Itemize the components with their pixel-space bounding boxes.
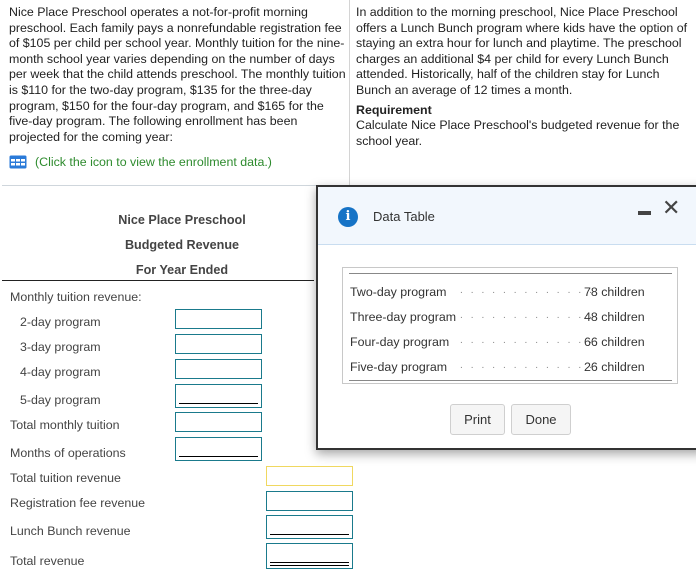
problem-left-paragraph: Nice Place Preschool operates a not-for-… <box>9 5 346 144</box>
row-label-total-tuition-revenue: Total tuition revenue <box>10 471 121 485</box>
input-registration-fee-revenue[interactable] <box>266 491 353 511</box>
enrollment-table: Two-day program . . . . . . . . . . . . … <box>342 267 678 384</box>
input-total-revenue[interactable] <box>266 543 353 569</box>
input-5-day-program[interactable] <box>175 384 262 408</box>
input-4-day-program[interactable] <box>175 359 262 379</box>
leader-dots: . . . . . . . . . . . . . <box>460 285 595 296</box>
table-bottom-rule <box>349 380 672 381</box>
report-period: For Year Ended <box>135 263 229 277</box>
row-label-5-day: 5-day program <box>20 393 101 407</box>
close-icon[interactable]: ✕ <box>662 198 680 220</box>
report-title: Budgeted Revenue <box>124 238 240 252</box>
row-label-total-monthly-tuition: Total monthly tuition <box>10 418 120 432</box>
double-underline-bottom <box>270 565 349 566</box>
done-button[interactable]: Done <box>511 404 571 435</box>
minimize-icon[interactable] <box>638 211 651 215</box>
row-label-2-day: 2-day program <box>20 315 101 329</box>
data-table-dialog: i Data Table ✕ Two-day program . . . . .… <box>316 185 696 450</box>
enrollment-value: 78 children <box>584 285 645 299</box>
problem-right-column: In addition to the morning preschool, Ni… <box>356 5 696 149</box>
row-label-monthly-tuition-revenue: Monthly tuition revenue: <box>10 290 142 304</box>
row-label-4-day: 4-day program <box>20 365 101 379</box>
print-button[interactable]: Print <box>450 404 505 435</box>
single-underline <box>179 456 258 457</box>
single-underline <box>270 534 349 535</box>
report-header-rule <box>2 280 314 281</box>
row-label-registration-fee-revenue: Registration fee revenue <box>10 496 146 510</box>
program-name: Five-day program <box>350 360 448 374</box>
leader-dots: . . . . . . . . . . . . . <box>460 360 595 371</box>
enrollment-data-link[interactable]: (Click the icon to view the enrollment d… <box>9 155 272 169</box>
leader-dots: . . . . . . . . . . . . . <box>460 310 595 321</box>
report-company: Nice Place Preschool <box>118 213 246 227</box>
row-label-months-of-operations: Months of operations <box>10 446 126 460</box>
column-divider <box>349 0 350 186</box>
dialog-header[interactable]: i Data Table ✕ <box>318 187 696 245</box>
leader-dots: . . . . . . . . . . . . . <box>460 335 595 346</box>
enrollment-value: 26 children <box>584 360 645 374</box>
program-name: Four-day program <box>350 335 450 349</box>
program-name: Two-day program <box>350 285 447 299</box>
input-total-monthly-tuition[interactable] <box>175 412 262 432</box>
input-lunch-bunch-revenue[interactable] <box>266 515 353 539</box>
row-label-lunch-bunch-revenue: Lunch Bunch revenue <box>10 524 131 538</box>
program-name: Three-day program <box>350 310 457 324</box>
row-label-3-day: 3-day program <box>20 340 101 354</box>
enrollment-value: 66 children <box>584 335 645 349</box>
enrollment-data-link-text[interactable]: (Click the icon to view the enrollment d… <box>35 155 272 169</box>
row-label-total-revenue: Total revenue <box>10 554 85 568</box>
enrollment-value: 48 children <box>584 310 645 324</box>
dialog-title: Data Table <box>373 209 435 224</box>
single-underline <box>179 403 258 404</box>
input-months-of-operations[interactable] <box>175 437 262 461</box>
input-3-day-program[interactable] <box>175 334 262 354</box>
table-grid-icon[interactable] <box>9 155 27 169</box>
input-2-day-program[interactable] <box>175 309 262 329</box>
input-total-tuition-revenue[interactable] <box>266 466 353 486</box>
info-icon: i <box>338 207 358 227</box>
requirement-title: Requirement <box>356 102 432 117</box>
table-top-rule <box>349 273 672 274</box>
problem-right-paragraph: In addition to the morning preschool, Ni… <box>356 5 688 97</box>
double-underline-top <box>270 562 349 563</box>
requirement-text: Calculate Nice Place Preschool's budgete… <box>356 118 680 148</box>
